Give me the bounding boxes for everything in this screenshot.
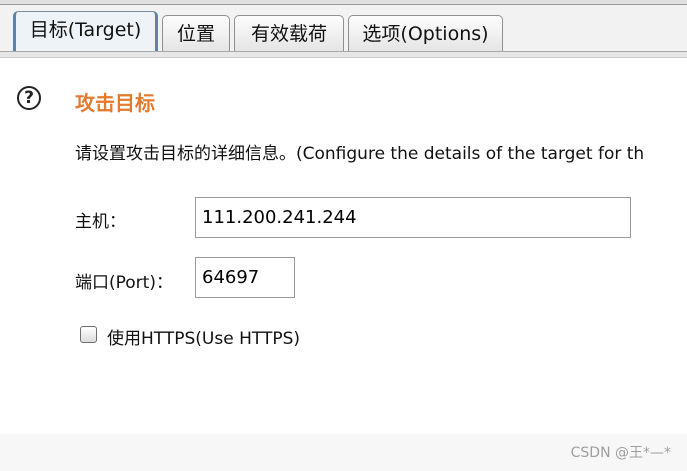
port-label: 端口(Port)： (75, 273, 173, 293)
tab-options[interactable]: 选项(Options) (348, 15, 503, 52)
host-input[interactable] (195, 197, 631, 238)
use-https-checkbox[interactable] (80, 326, 97, 343)
section-description: 请设置攻击目标的详细信息。(Configure the details of t… (75, 144, 645, 164)
section-title: 攻击目标 (75, 91, 155, 115)
host-label: 主机： (75, 212, 126, 232)
use-https-label[interactable]: 使用HTTPS(Use HTTPS) (107, 324, 300, 349)
tab-divider (0, 51, 687, 58)
tab-positions[interactable]: 位置 (162, 15, 230, 52)
port-input[interactable] (195, 257, 295, 298)
tab-payloads[interactable]: 有效载荷 (234, 15, 344, 52)
tab-target[interactable]: 目标(Target) (13, 11, 158, 56)
tab-bar: 目标(Target) 位置 有效载荷 选项(Options) (0, 5, 687, 56)
help-icon[interactable]: ? (17, 86, 41, 110)
watermark: CSDN @王*—* (570, 445, 671, 461)
